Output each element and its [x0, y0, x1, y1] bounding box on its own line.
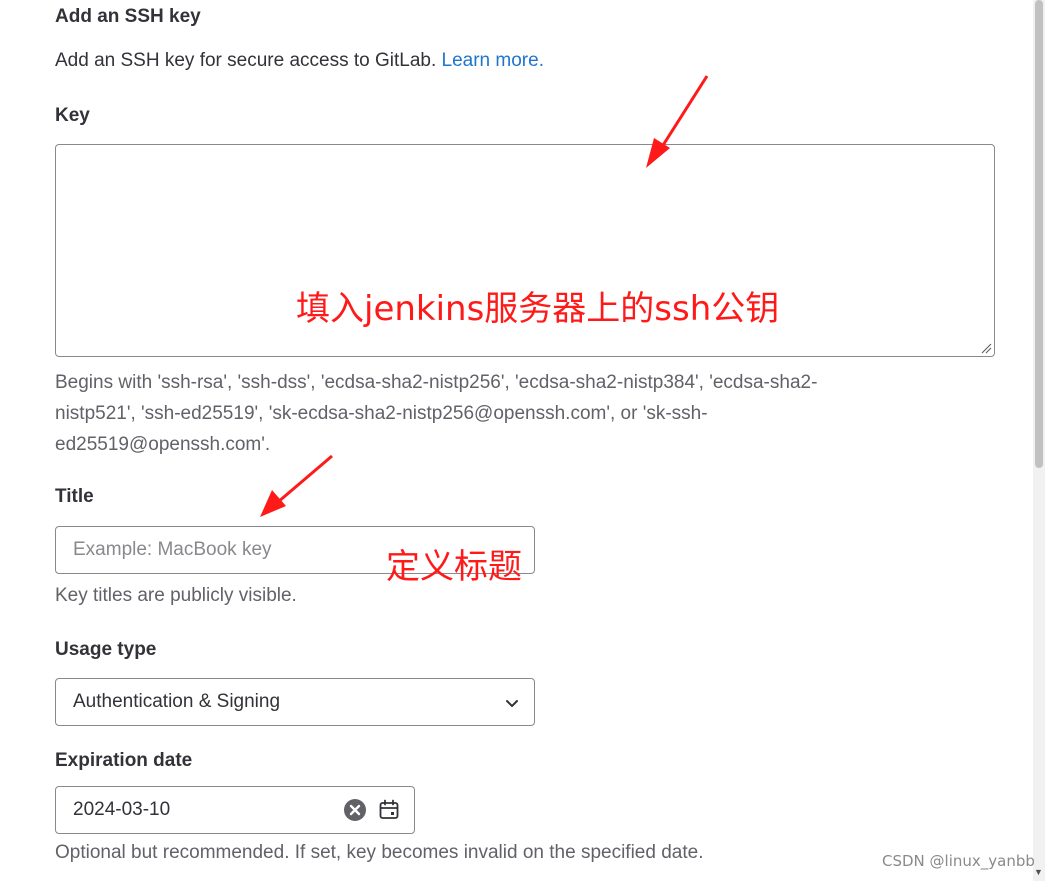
usage-type-value: Authentication & Signing [73, 691, 281, 712]
scroll-down-arrow-icon[interactable]: ▼ [1034, 867, 1043, 877]
usage-type-select[interactable]: Authentication & Signing [55, 678, 535, 726]
clear-circle-icon[interactable] [343, 798, 367, 822]
title-help-text: Key titles are publicly visible. [55, 585, 297, 606]
key-help-line: nistp521', 'ssh-ed25519', 'sk-ecdsa-sha2… [55, 403, 708, 424]
add-ssh-key-page: Add an SSH key Add an SSH key for secure… [0, 0, 1045, 881]
title-annotation: 定义标题 [386, 547, 522, 587]
chevron-down-icon [506, 700, 518, 707]
key-label: Key [55, 105, 90, 126]
key-annotation: 填入jenkins服务器上的ssh公钥 [296, 289, 780, 329]
title-label: Title [55, 486, 94, 507]
key-help-line: Begins with 'ssh-rsa', 'ssh-dss', 'ecdsa… [55, 372, 818, 393]
usage-type-label: Usage type [55, 639, 157, 660]
expiration-date-input[interactable]: 2024-03-10 [55, 786, 415, 834]
section-description: Add an SSH key for secure access to GitL… [55, 50, 544, 72]
watermark: CSDN @linux_yanbb [882, 852, 1035, 870]
expiration-date-value: 2024-03-10 [73, 799, 171, 820]
section-title: Add an SSH key [55, 6, 201, 27]
section-description-text: Add an SSH key for secure access to GitL… [55, 50, 437, 71]
title-input-placeholder: Example: MacBook key [73, 539, 272, 560]
calendar-icon[interactable] [378, 799, 400, 821]
resize-handle-icon[interactable] [980, 342, 992, 354]
key-help-line: ed25519@openssh.com'. [55, 434, 271, 455]
vertical-scrollbar[interactable]: ▼ [1033, 0, 1045, 881]
expiration-help-text: Optional but recommended. If set, key be… [55, 842, 704, 863]
key-help-text: Begins with 'ssh-rsa', 'ssh-dss', 'ecdsa… [55, 367, 817, 460]
expiration-date-label: Expiration date [55, 750, 193, 771]
learn-more-link[interactable]: Learn more. [442, 50, 544, 71]
title-arrow-icon [260, 454, 333, 517]
scrollbar-thumb[interactable] [1035, 0, 1043, 468]
